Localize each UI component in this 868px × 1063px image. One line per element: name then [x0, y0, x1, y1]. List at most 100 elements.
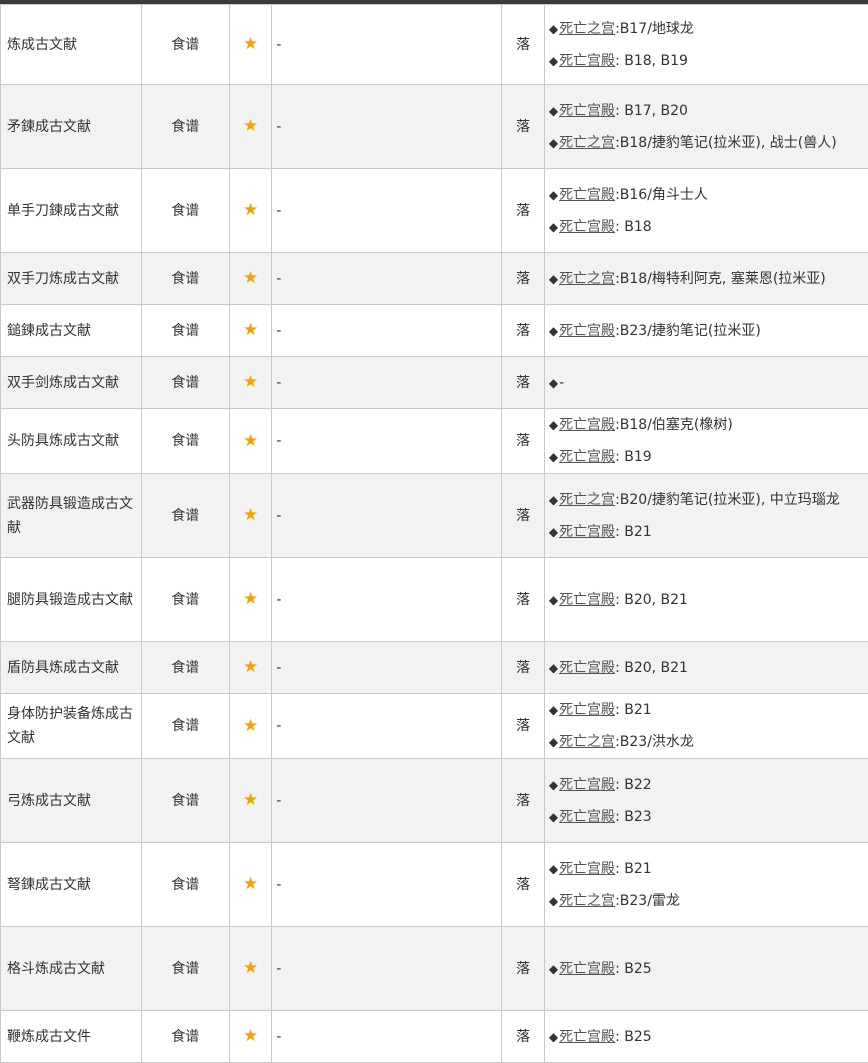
- rarity-cell: ★: [229, 253, 272, 305]
- misc-cell: -: [272, 5, 502, 85]
- location-link[interactable]: 死亡宫殿: [559, 187, 615, 203]
- item-type-cell: 食谱: [141, 642, 229, 694]
- location-link[interactable]: 死亡宫殿: [559, 592, 615, 608]
- item-type-cell: 食谱: [141, 694, 229, 759]
- acquire-method-cell: 落: [502, 169, 545, 253]
- acquire-method-cell: 落: [502, 558, 545, 642]
- location-link[interactable]: 死亡宫殿: [559, 53, 615, 69]
- diamond-bullet-icon: ◆: [549, 22, 558, 36]
- acquire-method-cell: 落: [502, 409, 545, 474]
- source-detail: : B19: [615, 449, 652, 465]
- source-detail: : B22: [615, 777, 652, 793]
- source-line: ◆死亡宫殿: B22: [549, 769, 868, 801]
- source-detail: : B25: [615, 961, 652, 977]
- location-link[interactable]: 死亡宫殿: [559, 449, 615, 465]
- rarity-cell: ★: [229, 1011, 272, 1063]
- location-link[interactable]: 死亡宫殿: [559, 660, 615, 676]
- location-link[interactable]: 死亡宫殿: [559, 1029, 615, 1045]
- location-link[interactable]: 死亡宫殿: [559, 702, 615, 718]
- source-line: ◆-: [549, 367, 868, 399]
- location-link[interactable]: 死亡之宫: [559, 271, 615, 287]
- source-cell: ◆死亡宫殿: B20, B21: [544, 642, 868, 694]
- misc-cell: -: [272, 843, 502, 927]
- table-row: 弓炼成古文献食谱★-落◆死亡宫殿: B22◆死亡宫殿: B23: [1, 759, 868, 843]
- item-type-cell: 食谱: [141, 409, 229, 474]
- source-line: ◆死亡宫殿: B19: [549, 441, 868, 473]
- table-row: 矛鍊成古文献食谱★-落◆死亡宫殿: B17, B20◆死亡之宫:B18/捷豹笔记…: [1, 85, 868, 169]
- source-detail: :B18/梅特利阿克, 塞莱恩(拉米亚): [615, 271, 826, 287]
- item-name-cell: 矛鍊成古文献: [1, 85, 142, 169]
- rarity-cell: ★: [229, 5, 272, 85]
- diamond-bullet-icon: ◆: [549, 1030, 558, 1044]
- source-line: ◆死亡之宫:B18/捷豹笔记(拉米亚), 战士(兽人): [549, 127, 868, 159]
- source-line: ◆死亡宫殿: B21: [549, 694, 868, 726]
- location-link[interactable]: 死亡宫殿: [559, 219, 615, 235]
- misc-cell: -: [272, 357, 502, 409]
- source-cell: ◆死亡宫殿:B16/角斗士人◆死亡宫殿: B18: [544, 169, 868, 253]
- misc-cell: -: [272, 1011, 502, 1063]
- acquire-method-cell: 落: [502, 85, 545, 169]
- source-line: ◆死亡宫殿: B21: [549, 853, 868, 885]
- diamond-bullet-icon: ◆: [549, 376, 558, 390]
- star-icon: ★: [243, 790, 258, 810]
- source-detail: : B21: [615, 861, 652, 877]
- location-link[interactable]: 死亡之宫: [559, 893, 615, 909]
- source-detail: :B23/捷豹笔记(拉米亚): [615, 323, 761, 339]
- table-row: 弩鍊成古文献食谱★-落◆死亡宫殿: B21◆死亡之宫:B23/雷龙: [1, 843, 868, 927]
- diamond-bullet-icon: ◆: [549, 324, 558, 338]
- item-type-cell: 食谱: [141, 253, 229, 305]
- location-link[interactable]: 死亡之宫: [559, 492, 615, 508]
- location-link[interactable]: 死亡宫殿: [559, 861, 615, 877]
- location-link[interactable]: 死亡之宫: [559, 734, 615, 750]
- location-link[interactable]: 死亡之宫: [559, 21, 615, 37]
- star-icon: ★: [243, 657, 258, 677]
- source-line: ◆死亡之宫:B20/捷豹笔记(拉米亚), 中立玛瑙龙: [549, 484, 868, 516]
- rarity-cell: ★: [229, 305, 272, 357]
- diamond-bullet-icon: ◆: [549, 962, 558, 976]
- location-link[interactable]: 死亡宫殿: [559, 777, 615, 793]
- source-line: ◆死亡宫殿: B20, B21: [549, 652, 868, 684]
- item-name-cell: 腿防具锻造成古文献: [1, 558, 142, 642]
- source-detail: : B18: [615, 219, 652, 235]
- rarity-cell: ★: [229, 85, 272, 169]
- acquire-method-cell: 落: [502, 305, 545, 357]
- star-icon: ★: [243, 874, 258, 894]
- star-icon: ★: [243, 589, 258, 609]
- item-name-cell: 双手刀炼成古文献: [1, 253, 142, 305]
- source-cell: ◆死亡宫殿: B21◆死亡之宫:B23/洪水龙: [544, 694, 868, 759]
- diamond-bullet-icon: ◆: [549, 450, 558, 464]
- diamond-bullet-icon: ◆: [549, 220, 558, 234]
- star-icon: ★: [243, 268, 258, 288]
- source-detail: : B25: [615, 1029, 652, 1045]
- diamond-bullet-icon: ◆: [549, 593, 558, 607]
- location-link[interactable]: 死亡宫殿: [559, 417, 615, 433]
- location-link[interactable]: 死亡宫殿: [559, 961, 615, 977]
- source-line: ◆死亡宫殿: B23: [549, 801, 868, 833]
- item-name-cell: 弓炼成古文献: [1, 759, 142, 843]
- recipe-table: 炼成古文献食谱★-落◆死亡之宫:B17/地球龙◆死亡宫殿: B18, B19矛鍊…: [0, 4, 868, 1063]
- location-link[interactable]: 死亡宫殿: [559, 524, 615, 540]
- location-link[interactable]: 死亡宫殿: [559, 809, 615, 825]
- table-row: 盾防具炼成古文献食谱★-落◆死亡宫殿: B20, B21: [1, 642, 868, 694]
- diamond-bullet-icon: ◆: [549, 54, 558, 68]
- source-line: ◆死亡之宫:B17/地球龙: [549, 13, 868, 45]
- source-cell: ◆死亡宫殿: B25: [544, 927, 868, 1011]
- source-cell: ◆死亡宫殿: B21◆死亡之宫:B23/雷龙: [544, 843, 868, 927]
- misc-cell: -: [272, 169, 502, 253]
- rarity-cell: ★: [229, 927, 272, 1011]
- misc-cell: -: [272, 305, 502, 357]
- location-link[interactable]: 死亡之宫: [559, 135, 615, 151]
- item-type-cell: 食谱: [141, 5, 229, 85]
- item-name-cell: 弩鍊成古文献: [1, 843, 142, 927]
- table-row: 双手刀炼成古文献食谱★-落◆死亡之宫:B18/梅特利阿克, 塞莱恩(拉米亚): [1, 253, 868, 305]
- item-type-cell: 食谱: [141, 169, 229, 253]
- item-name-cell: 鞭炼成古文件: [1, 1011, 142, 1063]
- location-link[interactable]: 死亡宫殿: [559, 103, 615, 119]
- source-detail: -: [559, 375, 564, 391]
- star-icon: ★: [243, 716, 258, 736]
- source-line: ◆死亡宫殿: B17, B20: [549, 95, 868, 127]
- acquire-method-cell: 落: [502, 5, 545, 85]
- source-line: ◆死亡之宫:B23/洪水龙: [549, 726, 868, 758]
- item-name-cell: 格斗炼成古文献: [1, 927, 142, 1011]
- location-link[interactable]: 死亡宫殿: [559, 323, 615, 339]
